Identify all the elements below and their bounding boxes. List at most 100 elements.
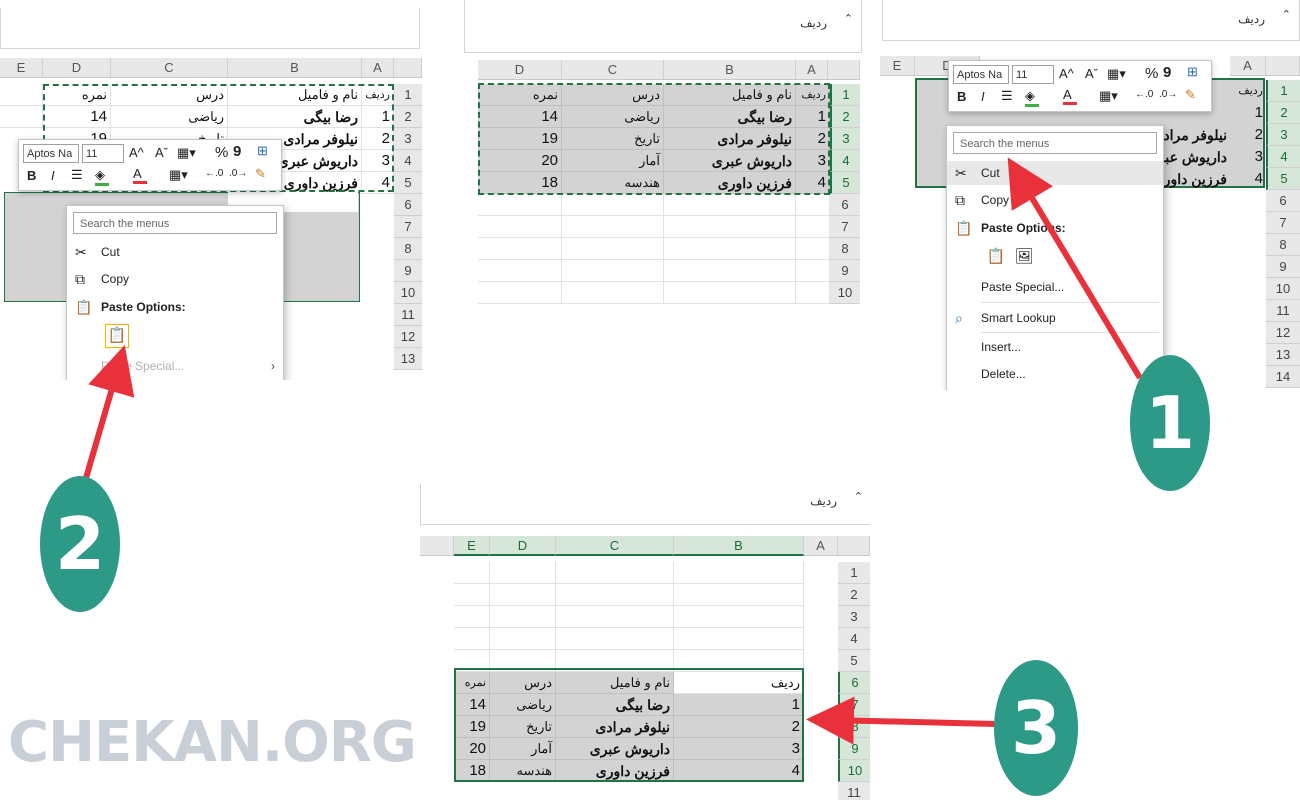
- cell-subject[interactable]: هندسه: [490, 760, 556, 782]
- grid-cell[interactable]: [490, 584, 556, 606]
- grid-cell[interactable]: [796, 194, 830, 216]
- grid-cell[interactable]: [478, 282, 562, 304]
- cell-subject[interactable]: هندسه: [562, 172, 664, 194]
- cell-score[interactable]: 14: [478, 106, 562, 128]
- menu-search-input[interactable]: Search the menus: [73, 212, 277, 234]
- row-header[interactable]: 9: [1266, 256, 1300, 278]
- cell-subject[interactable]: آمار: [562, 150, 664, 172]
- cell-name[interactable]: داریوش عبری: [664, 150, 796, 172]
- row-header[interactable]: 3: [838, 606, 870, 628]
- menu-item-delete[interactable]: Delete...: [947, 362, 1163, 386]
- row-header[interactable]: 1: [1266, 80, 1300, 102]
- cell-score[interactable]: 14: [454, 694, 490, 716]
- font-color-icon[interactable]: A: [133, 166, 147, 184]
- row-header[interactable]: 10: [830, 282, 860, 304]
- row-header[interactable]: 5: [830, 172, 860, 194]
- menu-item-cut[interactable]: ✂ Cut: [947, 161, 1163, 185]
- row-header[interactable]: 4: [1266, 146, 1300, 168]
- menu-item-paste-special[interactable]: Paste Special... ›: [67, 354, 283, 378]
- cell-name[interactable]: رضا بیگی: [228, 106, 362, 128]
- grid-cell[interactable]: [454, 628, 490, 650]
- decrease-decimal-icon[interactable]: .0→: [1159, 89, 1177, 100]
- row-header[interactable]: 4: [394, 150, 422, 172]
- grid-cell[interactable]: [562, 282, 664, 304]
- row-header[interactable]: 4: [838, 628, 870, 650]
- col-header-C[interactable]: C: [562, 60, 664, 80]
- align-center-icon[interactable]: ☰: [1001, 88, 1013, 104]
- increase-decimal-icon[interactable]: ←.0: [1135, 89, 1153, 100]
- grid-cell[interactable]: [664, 260, 796, 282]
- grid-cell[interactable]: [562, 260, 664, 282]
- col-header-left[interactable]: [420, 536, 454, 556]
- grid-cell[interactable]: [478, 260, 562, 282]
- cell-row-number[interactable]: 2: [796, 128, 830, 150]
- paste-button-icon[interactable]: 📋: [985, 246, 1007, 268]
- row-header[interactable]: 2: [838, 584, 870, 606]
- cell-header-subject[interactable]: درس: [111, 84, 228, 106]
- cell-row-number[interactable]: 1: [674, 694, 804, 716]
- row-header[interactable]: 12: [394, 326, 422, 348]
- fill-color-icon[interactable]: ◈: [95, 167, 109, 186]
- cell-header[interactable]: نام و فامیل: [664, 84, 796, 106]
- row-header[interactable]: 7: [838, 694, 870, 716]
- row-header[interactable]: 11: [1266, 300, 1300, 322]
- italic-button[interactable]: I: [981, 89, 985, 104]
- row-header[interactable]: 3: [1266, 124, 1300, 146]
- row-header[interactable]: 6: [394, 194, 422, 216]
- col-header-D[interactable]: D: [478, 60, 562, 80]
- italic-button[interactable]: I: [51, 168, 55, 183]
- number-format-icon[interactable]: ▦▾: [177, 145, 196, 161]
- cell-name[interactable]: رضا بیگی: [664, 106, 796, 128]
- cell-row-number[interactable]: 4: [1230, 168, 1266, 190]
- formula-bar[interactable]: ردیف ⌃: [882, 0, 1300, 41]
- cell-row-number[interactable]: 2: [1230, 124, 1266, 146]
- row-header[interactable]: 6: [1266, 190, 1300, 212]
- grid-cell[interactable]: [556, 628, 674, 650]
- grid-cell[interactable]: [478, 238, 562, 260]
- cell-name[interactable]: فرزین داوری: [664, 172, 796, 194]
- grid-cell[interactable]: [490, 650, 556, 672]
- row-header[interactable]: 10: [1266, 278, 1300, 300]
- cell-subject[interactable]: ریاضی: [562, 106, 664, 128]
- select-all-corner[interactable]: [1266, 56, 1300, 76]
- row-header[interactable]: 6: [830, 194, 860, 216]
- grid-cell[interactable]: [556, 606, 674, 628]
- format-painter-icon[interactable]: ✎: [1185, 87, 1196, 103]
- cell-name[interactable]: رضا بیگی: [556, 694, 674, 716]
- cell-header[interactable]: درس: [490, 672, 556, 694]
- col-header-E[interactable]: E: [880, 56, 915, 76]
- cell-row-number[interactable]: 1: [362, 106, 394, 128]
- grid-cell[interactable]: [556, 584, 674, 606]
- menu-item-copy[interactable]: ⧉ Copy: [947, 188, 1163, 212]
- fill-color-icon[interactable]: ◈: [1025, 88, 1039, 107]
- cell-row-number[interactable]: 1: [1230, 102, 1266, 124]
- grid-cell[interactable]: [674, 606, 804, 628]
- cell-row-number[interactable]: 3: [362, 150, 394, 172]
- merge-center-icon[interactable]: ⊞: [257, 143, 268, 159]
- font-name-dropdown[interactable]: Aptos Na: [953, 65, 1009, 84]
- grid-cell[interactable]: [562, 238, 664, 260]
- menu-item-smart-lookup[interactable]: ⌕ Smart Lookup: [947, 306, 1163, 330]
- cell-name[interactable]: فرزین داوری: [556, 760, 674, 782]
- row-header[interactable]: 7: [1266, 212, 1300, 234]
- grid-cell[interactable]: [0, 84, 43, 106]
- row-header[interactable]: 10: [838, 760, 870, 782]
- cell-score[interactable]: 18: [478, 172, 562, 194]
- row-header[interactable]: 1: [838, 562, 870, 584]
- grid-cell[interactable]: [490, 606, 556, 628]
- grid-cell[interactable]: [674, 562, 804, 584]
- col-header-B[interactable]: B: [228, 58, 362, 78]
- grid-cell[interactable]: [796, 238, 830, 260]
- row-header[interactable]: 3: [394, 128, 422, 150]
- collapse-chevron-icon[interactable]: ⌃: [1282, 8, 1291, 21]
- cell-header[interactable]: نام و فامیل: [556, 672, 674, 694]
- grid-cell[interactable]: [454, 562, 490, 584]
- grid-cell[interactable]: [562, 216, 664, 238]
- grid-cell[interactable]: [490, 562, 556, 584]
- col-header-A[interactable]: A: [804, 536, 838, 556]
- grid-cell[interactable]: [664, 282, 796, 304]
- cell-header-score[interactable]: نمره: [43, 84, 111, 106]
- menu-search-input[interactable]: Search the menus: [953, 132, 1157, 154]
- grid-cell[interactable]: [674, 628, 804, 650]
- cell-row-number[interactable]: 3: [674, 738, 804, 760]
